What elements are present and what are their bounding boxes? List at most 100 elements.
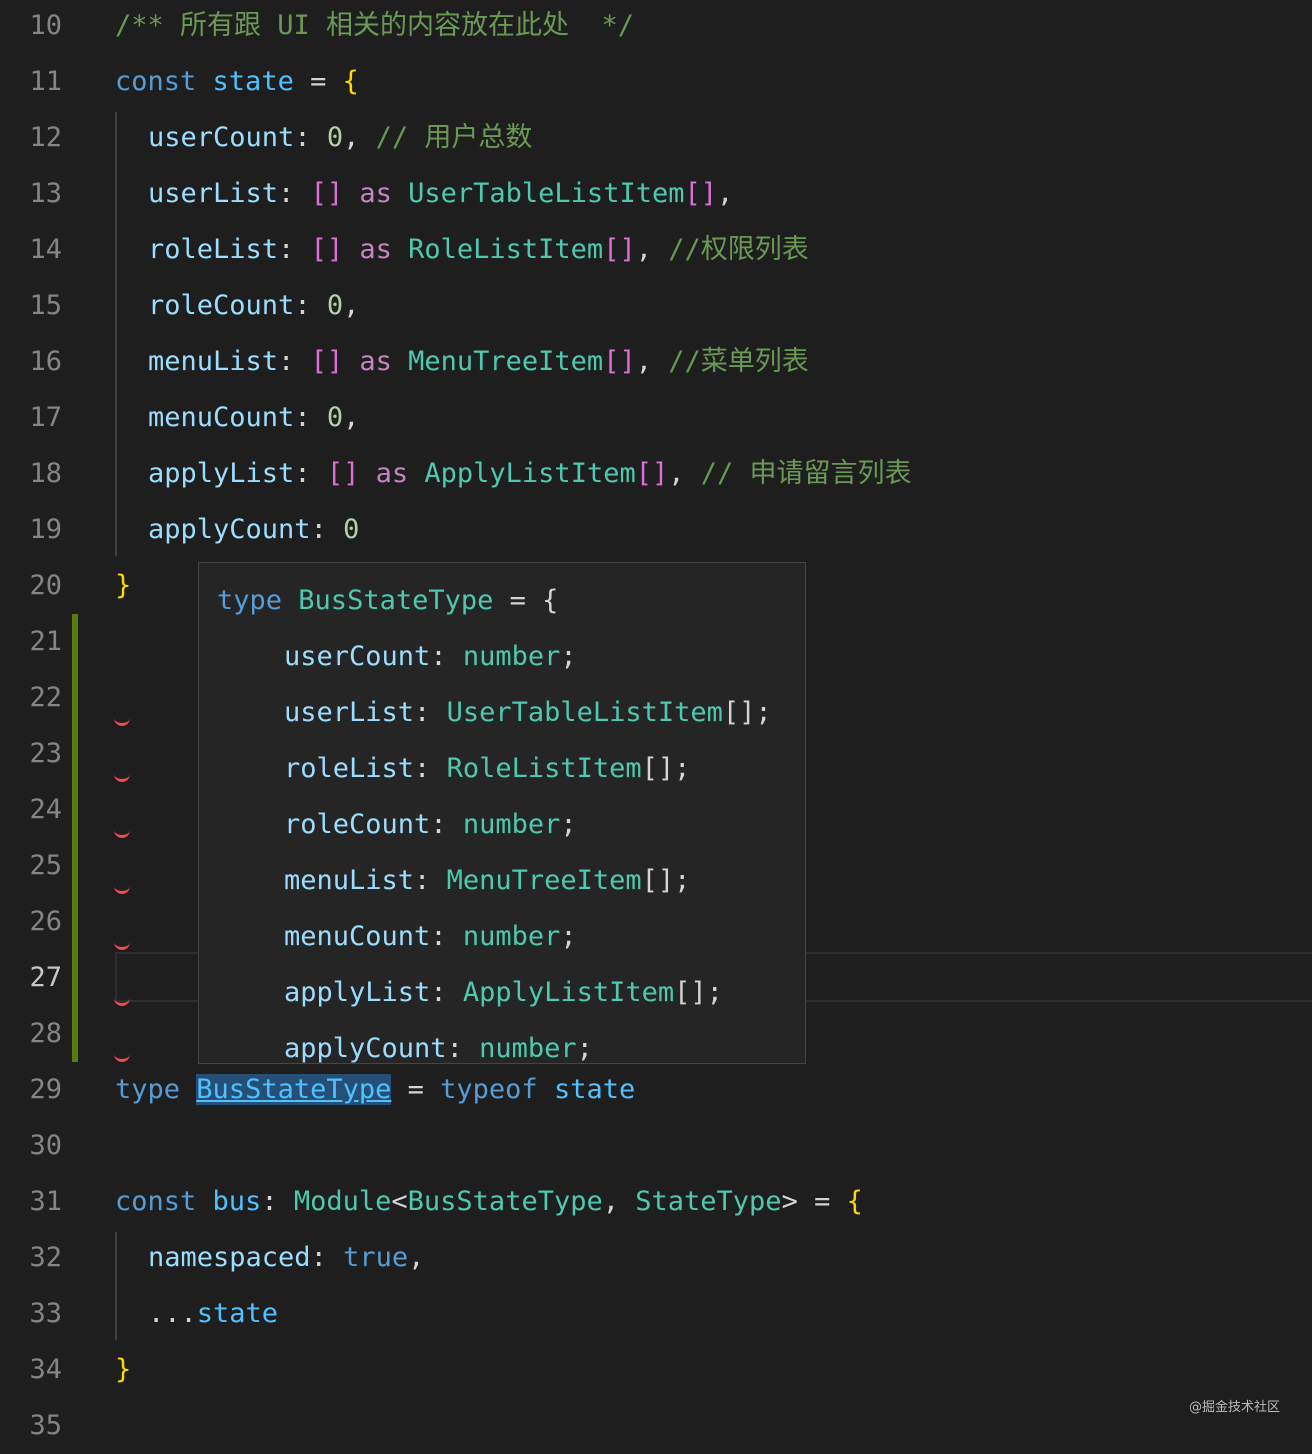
code-content: applyCount: 0 <box>148 502 359 558</box>
code-token: = <box>391 1074 441 1105</box>
code-token: []; <box>722 697 772 728</box>
code-token: const <box>115 1186 197 1217</box>
hover-type-member: applyCount: number; <box>284 1021 593 1064</box>
hover-type-member: applyList: ApplyListItem[]; <box>284 965 723 1021</box>
code-token: number <box>462 809 561 840</box>
code-content: /** 所有跟 UI 相关的内容放在此处 */ <box>115 0 634 54</box>
code-token: ... <box>148 1298 197 1329</box>
code-token: : <box>430 641 463 672</box>
code-token: : <box>414 697 447 728</box>
line-number: 31 <box>29 1186 62 1217</box>
code-token: : <box>414 865 447 896</box>
code-line[interactable]: 12 userCount: 0, // 用户总数 <box>0 110 1312 166</box>
code-line[interactable]: 17 menuCount: 0, <box>0 390 1312 446</box>
code-line[interactable]: 11 const state = { <box>0 54 1312 110</box>
code-token: : <box>430 809 463 840</box>
code-token: StateType <box>635 1186 782 1217</box>
code-content: ...state <box>148 1286 278 1342</box>
code-content: type BusStateType = typeof state <box>115 1062 635 1118</box>
code-token: as <box>359 178 392 209</box>
code-token: : <box>294 402 327 433</box>
code-token: type <box>115 1074 181 1105</box>
code-token: applyCount <box>148 514 311 545</box>
code-line[interactable]: 13 userList: [] as UserTableListItem[], <box>0 166 1312 222</box>
code-token: RoleListItem <box>446 753 642 784</box>
code-line[interactable]: 31 const bus: Module<BusStateType, StateT… <box>0 1174 1312 1230</box>
line-number: 20 <box>29 570 62 601</box>
code-line[interactable]: 16 menuList: [] as MenuTreeItem[], //菜单列表 <box>0 334 1312 390</box>
code-token: ; <box>560 809 577 840</box>
code-line[interactable]: 14 roleList: [] as RoleListItem[], //权限列表 <box>0 222 1312 278</box>
code-token: ; <box>560 641 577 672</box>
code-token: // 用户总数 <box>375 122 533 153</box>
code-token: , <box>635 234 669 265</box>
code-token: 0 <box>326 402 344 433</box>
line-number: 24 <box>29 794 62 825</box>
code-token: : <box>278 346 311 377</box>
hover-type-member: userList: UserTableListItem[]; <box>284 685 772 741</box>
code-token: 0 <box>343 514 360 545</box>
code-token: namespaced <box>148 1242 311 1273</box>
code-token: menuCount <box>148 402 295 433</box>
code-token: = { <box>493 585 559 616</box>
code-content: menuList: [] as MenuTreeItem[], //菜单列表 <box>148 334 809 390</box>
code-token: //菜单列表 <box>668 346 809 377</box>
code-token: userList <box>284 697 415 728</box>
code-token: , <box>343 402 360 433</box>
code-line[interactable]: 18 applyList: [] as ApplyListItem[], // 申… <box>0 446 1312 502</box>
code-token: number <box>462 641 561 672</box>
hover-type-member: menuCount: number; <box>284 909 577 965</box>
code-token: { <box>342 66 359 97</box>
code-token: : <box>310 514 344 545</box>
code-token: { <box>846 1186 863 1217</box>
line-number: 21 <box>29 626 62 657</box>
code-token: type <box>217 585 283 616</box>
code-editor[interactable]: 10 /** 所有跟 UI 相关的内容放在此处 */ 11 const state =… <box>0 0 1312 1442</box>
code-line[interactable]: 32 namespaced: true, <box>0 1230 1312 1286</box>
code-token: []; <box>641 753 691 784</box>
line-number: 18 <box>29 458 62 489</box>
code-token: RoleListItem <box>408 234 604 265</box>
code-token: applyList <box>284 977 431 1008</box>
type-hover-tooltip[interactable]: type BusStateType = {userCount: number; u… <box>198 562 806 1064</box>
code-token: } <box>115 1354 132 1385</box>
line-number: 35 <box>29 1410 62 1441</box>
code-line[interactable]: 15 roleCount: 0, <box>0 278 1312 334</box>
line-number: 28 <box>29 1018 62 1049</box>
code-token: state <box>212 66 294 97</box>
code-token: userCount <box>148 122 295 153</box>
hover-type-member: userCount: number; <box>284 629 577 685</box>
code-token: [] <box>326 458 360 489</box>
code-line[interactable]: 19 applyCount: 0 <box>0 502 1312 558</box>
code-token: , <box>602 1186 636 1217</box>
code-token: 0 <box>326 290 344 321</box>
code-token: < <box>391 1186 408 1217</box>
code-token: : <box>278 178 311 209</box>
line-number: 29 <box>29 1074 62 1105</box>
code-token: , <box>635 346 669 377</box>
line-number: 14 <box>29 234 62 265</box>
code-token: as <box>359 346 392 377</box>
code-line[interactable]: 33 ...state <box>0 1286 1312 1342</box>
code-token: 0 <box>326 122 344 153</box>
code-token: applyCount <box>284 1033 447 1064</box>
code-token: typeof <box>440 1074 538 1105</box>
code-line[interactable]: 30 <box>0 1118 1312 1174</box>
line-number: 10 <box>29 10 62 41</box>
code-line[interactable]: 29 type BusStateType = typeof state <box>0 1062 1312 1118</box>
code-token: roleList <box>284 753 415 784</box>
hover-type-header: type BusStateType = { <box>217 573 558 629</box>
code-line[interactable]: 35 <box>0 1398 1312 1454</box>
code-token: [] <box>310 346 344 377</box>
code-content: } <box>115 1342 131 1398</box>
code-content: applyList: [] as ApplyListItem[], // 申请留… <box>148 446 912 502</box>
code-line[interactable]: 34} <box>0 1342 1312 1398</box>
code-line[interactable]: 10 /** 所有跟 UI 相关的内容放在此处 */ <box>0 0 1312 54</box>
line-number: 12 <box>29 122 62 153</box>
line-number: 19 <box>29 514 62 545</box>
